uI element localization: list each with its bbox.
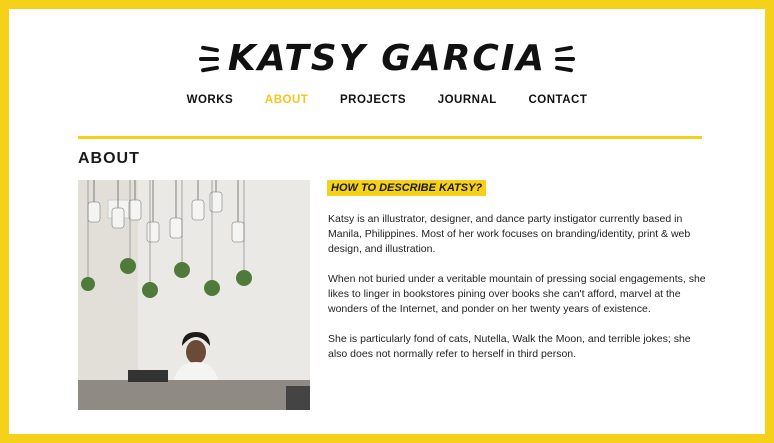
logo-left-marks [197, 39, 223, 79]
logo-text: KATSY GARCIA [227, 38, 547, 79]
nav-projects[interactable]: PROJECTS [340, 94, 406, 106]
about-paragraph: She is particularly fond of cats, Nutell… [328, 333, 691, 360]
profile-photo-illustration [78, 180, 310, 410]
logo-right-marks [551, 39, 577, 79]
divider-rule [78, 136, 702, 139]
about-paragraph: Katsy is an illustrator, designer, and d… [328, 213, 691, 255]
profile-photo [78, 180, 310, 410]
page-title: ABOUT [78, 150, 140, 167]
nav-contact[interactable]: CONTACT [529, 94, 588, 106]
site-logo[interactable]: KATSY GARCIA [0, 38, 774, 88]
nav-about[interactable]: ABOUT [265, 94, 308, 106]
about-paragraph: When not buried under a veritable mounta… [328, 273, 706, 315]
main-nav: WORKS ABOUT PROJECTS JOURNAL CONTACT [0, 94, 774, 106]
about-copy: Katsy is an illustrator, designer, and d… [328, 212, 708, 377]
nav-journal[interactable]: JOURNAL [438, 94, 497, 106]
nav-works[interactable]: WORKS [187, 94, 234, 106]
about-subheading: HOW TO DESCRIBE KATSY? [327, 180, 487, 196]
